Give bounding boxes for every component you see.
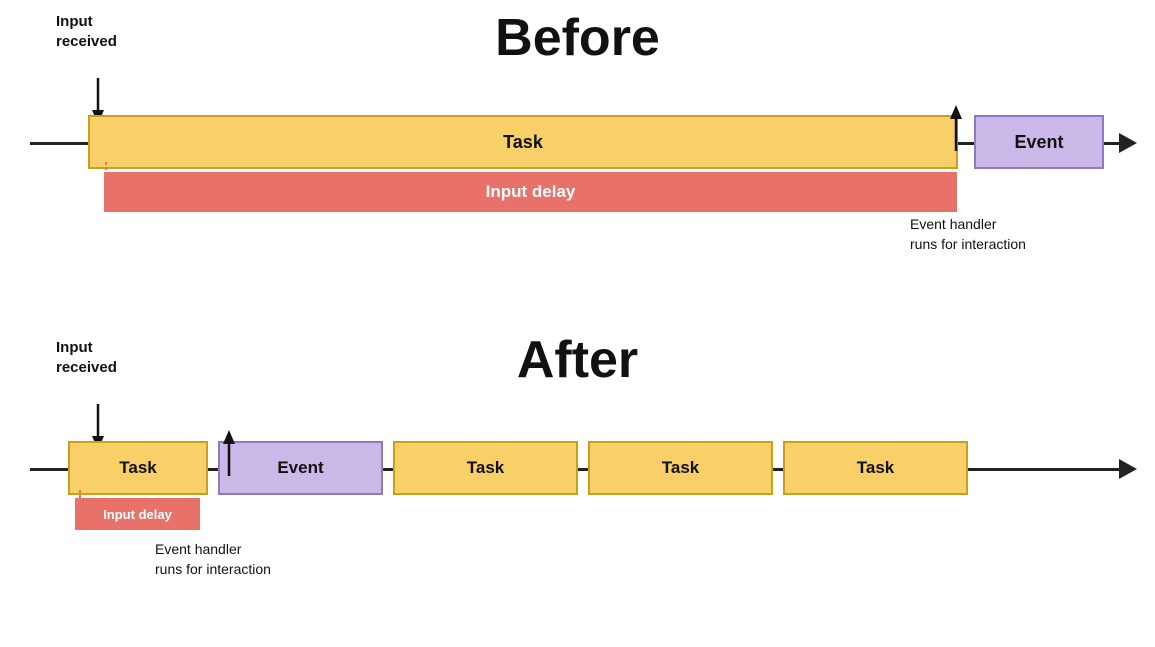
event-handler-arrow-after (220, 430, 238, 476)
event-handler-arrow-before (947, 105, 965, 151)
task-block-after-4: Task (783, 441, 968, 495)
timeline-arrow-after (1119, 459, 1137, 479)
after-section: After Inputreceived Task Event Task Task (0, 320, 1155, 647)
event-block-after: Event (218, 441, 383, 495)
before-section: Before Inputreceived Task Event Input de… (0, 0, 1155, 320)
input-received-label-before: Inputreceived (56, 12, 117, 51)
event-handler-label-before: Event handlerruns for interaction (910, 215, 1026, 254)
input-received-label-after: Inputreceived (56, 338, 117, 377)
diagram-container: Before Inputreceived Task Event Input de… (0, 0, 1155, 647)
event-handler-label-after: Event handlerruns for interaction (155, 540, 271, 579)
input-delay-before: Input delay (104, 172, 957, 212)
timeline-arrow-before (1119, 133, 1137, 153)
input-delay-after: Input delay (75, 498, 200, 530)
before-title: Before (0, 8, 1155, 68)
event-block-before: Event (974, 115, 1104, 169)
task-block-after-3: Task (588, 441, 773, 495)
task-block-after-1: Task (68, 441, 208, 495)
task-block-after-2: Task (393, 441, 578, 495)
task-block-before: Task (88, 115, 958, 169)
after-title: After (0, 330, 1155, 390)
